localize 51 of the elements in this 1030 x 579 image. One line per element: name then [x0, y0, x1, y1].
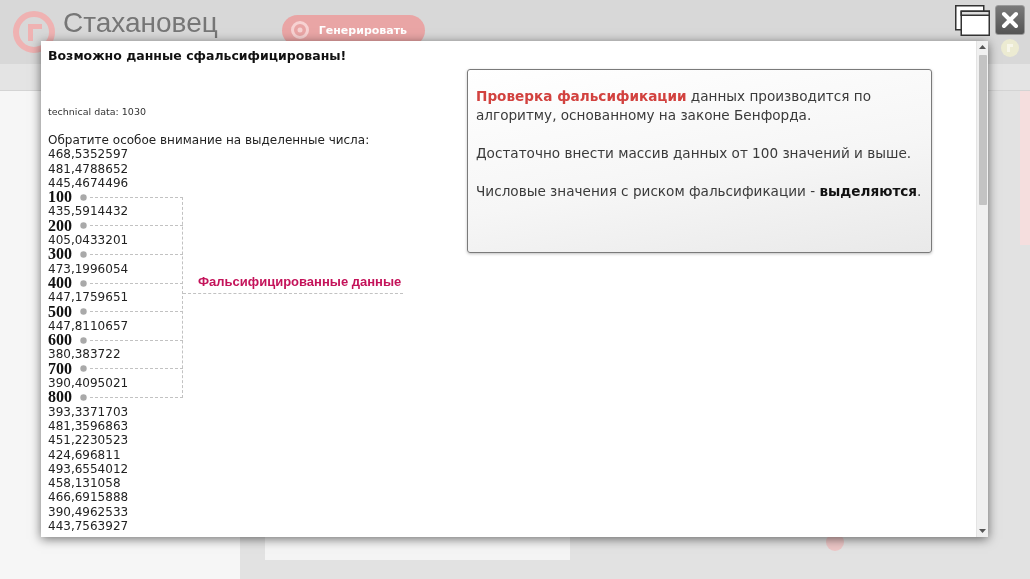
dot-icon: [80, 222, 87, 230]
number-value: 473,1996054: [48, 261, 129, 276]
number-value: 435,5914432: [48, 204, 129, 219]
number-value: 405,0433201: [48, 233, 129, 248]
number-value: 493,6554012: [48, 461, 129, 477]
close-button[interactable]: [995, 5, 1025, 35]
info-paragraph: Числовые значения с риском фальсификации - выделяются.: [476, 182, 923, 201]
number-value: 445,4674496: [48, 175, 129, 191]
dot-icon: [80, 193, 87, 201]
number-value: 443,7563927: [48, 519, 129, 534]
scroll-up-icon[interactable]: [979, 45, 986, 49]
flagged-number: 200: [48, 218, 72, 234]
flagged-number: 800: [48, 390, 72, 405]
flagged-number: 600: [48, 333, 72, 348]
scroll-down-icon[interactable]: [979, 529, 986, 533]
number-value: 451,2230523: [48, 433, 129, 448]
dot-icon: [80, 279, 87, 287]
scrollbar[interactable]: [976, 41, 988, 537]
dot-icon: [80, 394, 87, 401]
info-paragraph: Проверка фальсификации данных производится по алгоритму, основанному на законе Бенфорда.: [476, 87, 872, 125]
number-value: 390,4095021: [48, 376, 129, 391]
dot-icon: [80, 308, 87, 316]
number-value: 481,4788652: [48, 161, 129, 176]
dot-icon: [80, 251, 87, 258]
flagged-number: 300: [48, 247, 72, 262]
ring-icon: [289, 20, 310, 40]
close-icon: [1001, 11, 1019, 29]
info-paragraph: Достаточно внести массив данных от 100 значений и выше.: [476, 144, 913, 163]
flagged-number: 500: [48, 304, 72, 319]
number-value: 393,3371703: [48, 404, 129, 419]
flagged-number: 400: [48, 275, 72, 291]
dialog-title: Возможно данные сфальсифицированы!: [48, 48, 348, 63]
prompt-text: Обратите особое внимание на выделенные числа:: [48, 133, 371, 148]
callout-label: Фальсифицированные данные: [198, 274, 403, 291]
number-value: 447,8110657: [48, 318, 129, 334]
dot-icon: [80, 365, 87, 373]
scrollbar-thumb[interactable]: [978, 55, 987, 205]
number-value: 447,1759651: [48, 290, 129, 305]
flagged-number: 700: [48, 361, 72, 377]
number-value: 468,5352597: [48, 147, 129, 162]
logo-text: Стахановец: [63, 7, 218, 39]
dot-icon: [80, 336, 87, 344]
number-value: 481,3596863: [48, 418, 129, 434]
windows-icon[interactable]: [955, 5, 990, 36]
number-value: 380,383722: [48, 347, 121, 362]
technical-data: technical data: 1030: [48, 106, 147, 118]
flagged-number: 100: [48, 190, 72, 205]
number-value: 390,4962533: [48, 504, 129, 519]
number-value: 466,6915888: [48, 490, 129, 505]
number-value: 458,131058: [48, 476, 121, 491]
number-value: 424,696811: [48, 447, 121, 462]
